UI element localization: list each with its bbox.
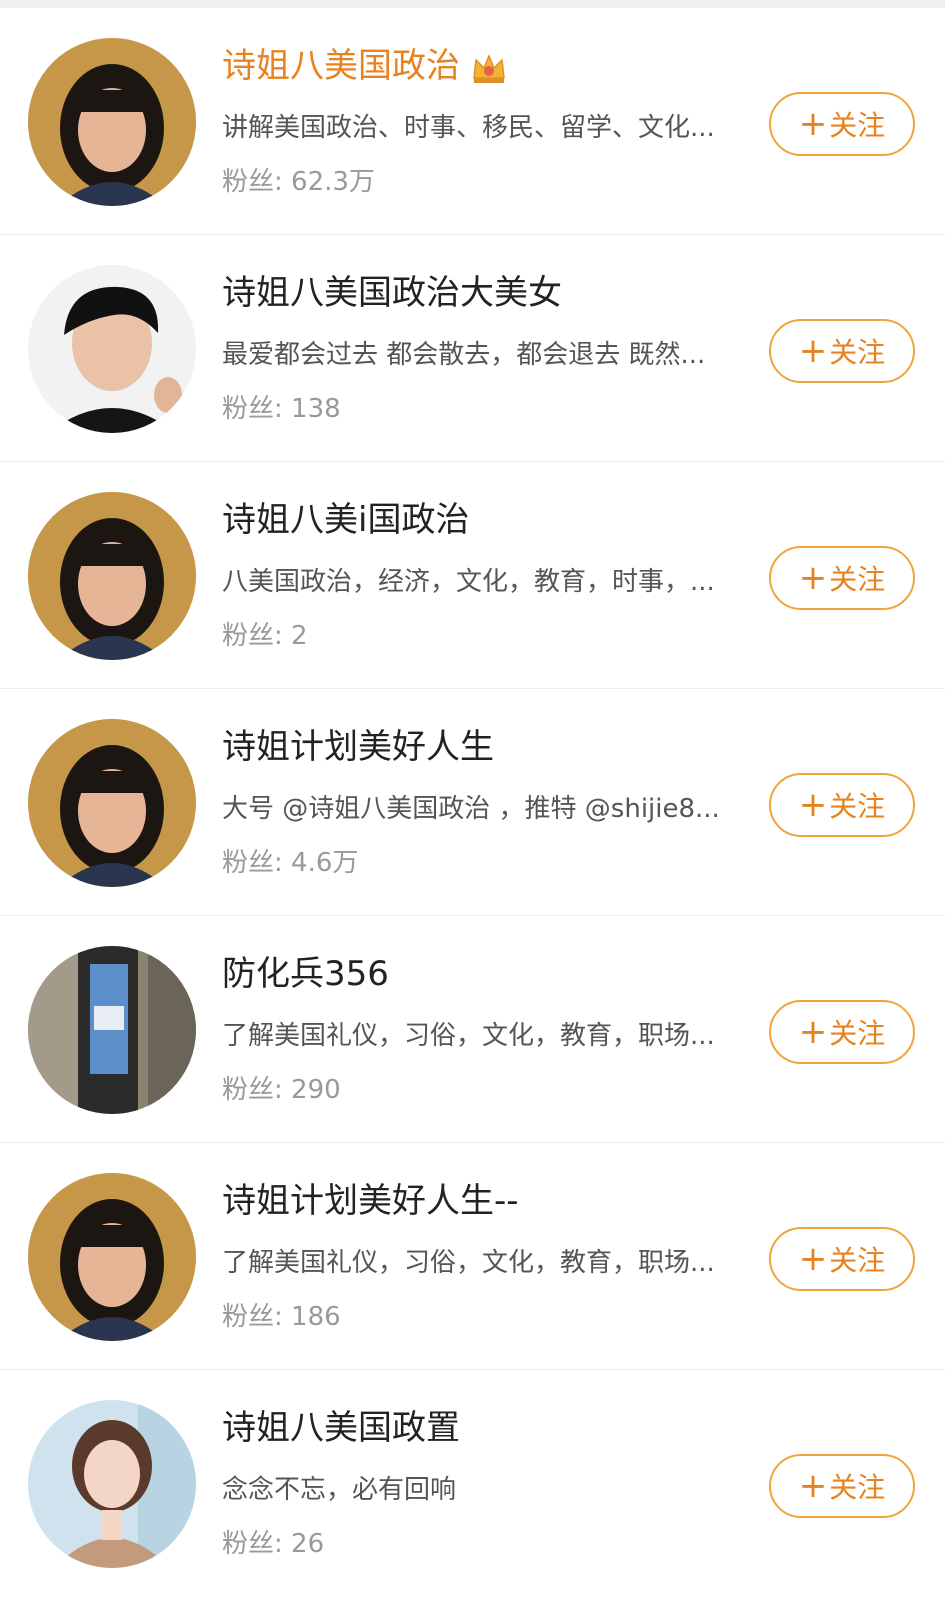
fans-count: 粉丝: 62.3万 [222, 167, 375, 197]
avatar[interactable] [28, 265, 196, 433]
follow-button[interactable]: + 关注 [769, 773, 915, 837]
user-description: 大号 @诗姐八美国政治 ，推特 @shijie8... [222, 794, 720, 824]
crown-icon [470, 50, 508, 86]
fans-count: 粉丝: 2 [222, 621, 308, 651]
follow-button[interactable]: + 关注 [769, 546, 915, 610]
avatar[interactable] [28, 1173, 196, 1341]
plus-icon: + [798, 104, 828, 144]
user-name[interactable]: 诗姐八美国政置 [222, 1406, 460, 1450]
avatar[interactable] [28, 492, 196, 660]
follow-button[interactable]: + 关注 [769, 92, 915, 156]
woman-portrait-icon [28, 719, 196, 887]
woman-portrait-icon [28, 492, 196, 660]
user-row[interactable]: 防化兵356 了解美国礼仪，习俗，文化，教育，职场... 粉丝: 290 + 关注 [0, 916, 945, 1143]
avatar[interactable] [28, 719, 196, 887]
user-row[interactable]: 诗姐计划美好人生 大号 @诗姐八美国政治 ，推特 @shijie8... 粉丝:… [0, 689, 945, 916]
top-strip [0, 0, 945, 8]
user-description: 最爱都会过去 都会散去，都会退去 既然... [222, 340, 706, 370]
user-name[interactable]: 诗姐八美国政治大美女 [222, 271, 562, 315]
plus-icon: + [798, 558, 828, 598]
user-description: 讲解美国政治、时事、移民、留学、文化... [222, 113, 715, 143]
user-row[interactable]: 诗姐八美国政置 念念不忘，必有回响 粉丝: 26 + 关注 [0, 1370, 945, 1597]
user-name[interactable]: 诗姐八美国政治 [222, 44, 508, 88]
woman-portrait-icon [28, 38, 196, 206]
user-name[interactable]: 防化兵356 [222, 952, 389, 996]
follow-button[interactable]: + 关注 [769, 1227, 915, 1291]
user-list: 诗姐八美国政治 讲解美国政治、时事、移民、留学、文化... 粉丝: 62.3万 … [0, 8, 945, 1597]
avatar[interactable] [28, 946, 196, 1114]
user-description: 八美国政治，经济，文化，教育，时事，... [222, 567, 715, 597]
fans-count: 粉丝: 290 [222, 1075, 341, 1105]
follow-button[interactable]: + 关注 [769, 1000, 915, 1064]
woman-portrait-icon [28, 1173, 196, 1341]
user-name[interactable]: 诗姐计划美好人生-- [222, 1179, 519, 1223]
user-row[interactable]: 诗姐八美国政治大美女 最爱都会过去 都会散去，都会退去 既然... 粉丝: 13… [0, 235, 945, 462]
user-description: 了解美国礼仪，习俗，文化，教育，职场... [222, 1248, 715, 1278]
follow-button[interactable]: + 关注 [769, 319, 915, 383]
user-name[interactable]: 诗姐八美i国政治 [222, 498, 469, 542]
user-description: 了解美国礼仪，习俗，文化，教育，职场... [222, 1021, 715, 1051]
plus-icon: + [798, 1466, 828, 1506]
plus-icon: + [798, 331, 828, 371]
avatar[interactable] [28, 1400, 196, 1568]
user-row[interactable]: 诗姐八美i国政治 八美国政治，经济，文化，教育，时事，... 粉丝: 2 + 关注 [0, 462, 945, 689]
user-description: 念念不忘，必有回响 [222, 1475, 457, 1505]
young-man-icon [28, 265, 196, 433]
follow-button[interactable]: + 关注 [769, 1454, 915, 1518]
avatar[interactable] [28, 38, 196, 206]
fans-count: 粉丝: 26 [222, 1529, 325, 1559]
plus-icon: + [798, 1012, 828, 1052]
fans-count: 粉丝: 186 [222, 1302, 341, 1332]
fans-count: 粉丝: 138 [222, 394, 341, 424]
user-row[interactable]: 诗姐计划美好人生-- 了解美国礼仪，习俗，文化，教育，职场... 粉丝: 186… [0, 1143, 945, 1370]
plus-icon: + [798, 1239, 828, 1279]
user-name[interactable]: 诗姐计划美好人生 [222, 725, 494, 769]
fans-count: 粉丝: 4.6万 [222, 848, 359, 878]
smiling-woman-icon [28, 1400, 196, 1568]
plus-icon: + [798, 785, 828, 825]
elevator-screen-icon [28, 946, 196, 1114]
user-row[interactable]: 诗姐八美国政治 讲解美国政治、时事、移民、留学、文化... 粉丝: 62.3万 … [0, 8, 945, 235]
